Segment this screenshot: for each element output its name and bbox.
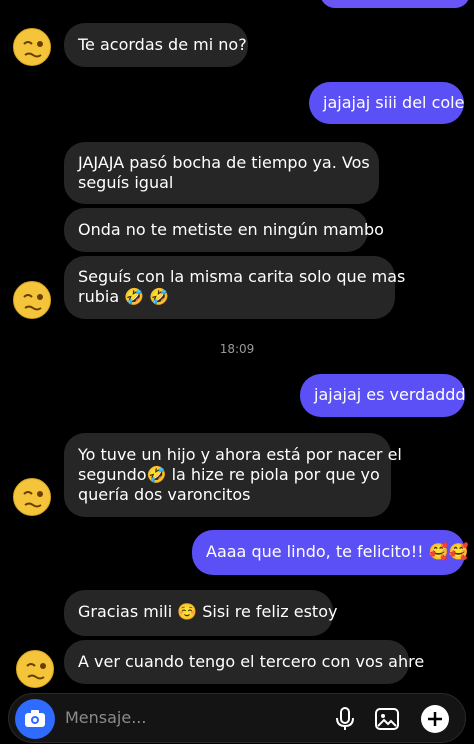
plus-icon <box>421 705 449 733</box>
message-text: seguís igual <box>78 173 174 192</box>
message-composer[interactable]: Mensaje... <box>8 693 466 743</box>
message-incoming[interactable]: Gracias mili ☺️ Sisi re feliz estoy <box>64 590 338 636</box>
gallery-button[interactable] <box>373 705 401 733</box>
message-text: Gracias mili ☺️ Sisi re feliz estoy <box>78 602 338 621</box>
message-incoming[interactable]: JAJAJA pasó bocha de tiempo ya. Vos segu… <box>64 142 379 204</box>
message-text: quería dos varoncitos <box>78 485 251 504</box>
message-text: Aaaa que lindo, te felicito!! 🥰🥰 <box>206 542 469 561</box>
message-outgoing[interactable]: jajajaj siii del cole <box>309 82 464 124</box>
message-incoming[interactable]: Seguís con la misma carita solo que mas … <box>64 256 406 319</box>
message-incoming[interactable]: Yo tuve un hijo y ahora está por nacer e… <box>64 433 402 517</box>
contact-avatar[interactable] <box>13 28 51 66</box>
microphone-icon <box>336 707 354 730</box>
add-button[interactable] <box>419 703 451 735</box>
time-separator: 18:09 <box>219 342 255 356</box>
message-incoming[interactable]: Te acordas de mi no? <box>64 23 248 67</box>
message-text: JAJAJA pasó bocha de tiempo ya. Vos <box>78 153 370 172</box>
woozy-face-icon <box>23 41 43 58</box>
message-outgoing[interactable]: Aaaa que lindo, te felicito!! 🥰🥰 <box>192 530 469 575</box>
contact-avatar[interactable] <box>13 478 51 516</box>
camera-icon <box>25 710 45 727</box>
woozy-face-icon <box>23 294 43 311</box>
message-text: segundo🤣 la hize re piola por que yo <box>78 465 380 484</box>
message-text: Te acordas de mi no? <box>78 35 247 54</box>
message-text: Onda no te metiste en ningún mambo <box>78 220 384 239</box>
woozy-face-icon <box>23 491 43 508</box>
message-text: rubia 🤣 🤣 <box>78 287 170 306</box>
message-text: Seguís con la misma carita solo que mas <box>78 267 406 286</box>
message-text: jajajaj es verdaddd <box>314 385 466 404</box>
previous-message-fragment <box>320 0 470 8</box>
message-incoming[interactable]: Onda no te metiste en ningún mambo <box>64 208 384 252</box>
camera-button[interactable] <box>15 699 55 739</box>
message-text: A ver cuando tengo el tercero con vos ah… <box>78 652 425 671</box>
message-incoming[interactable]: A ver cuando tengo el tercero con vos ah… <box>64 640 425 684</box>
message-text: Yo tuve un hijo y ahora está por nacer e… <box>78 445 402 464</box>
message-text: jajajaj siii del cole <box>323 93 465 112</box>
image-gallery-icon <box>375 708 399 730</box>
message-outgoing[interactable]: jajajaj es verdaddd <box>300 374 466 417</box>
microphone-button[interactable] <box>331 705 359 733</box>
message-input[interactable]: Mensaje... <box>65 708 146 727</box>
contact-avatar[interactable] <box>16 650 54 688</box>
contact-avatar[interactable] <box>13 281 51 319</box>
woozy-face-icon <box>26 663 46 680</box>
